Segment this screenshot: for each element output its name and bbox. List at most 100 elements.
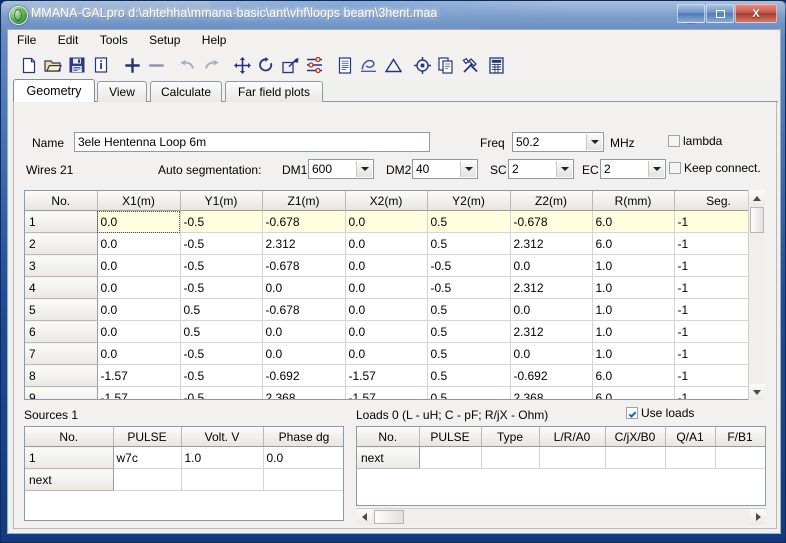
edit-button[interactable] bbox=[358, 54, 380, 76]
wire-cell[interactable]: 0.0 bbox=[345, 276, 428, 299]
table-row[interactable]: 8 -1.57 -0.5 -0.692 -1.57 0.5 -0.692 6.0 -1 bbox=[25, 364, 763, 387]
table-row-next[interactable]: next bbox=[25, 468, 343, 491]
column-header-5[interactable]: Q/A1 bbox=[665, 427, 716, 447]
scroll-up-button[interactable] bbox=[749, 190, 765, 206]
load-cell-empty[interactable] bbox=[539, 446, 606, 469]
wire-cell[interactable]: -0.5 bbox=[180, 342, 263, 365]
freq-combo[interactable]: 50.2 bbox=[512, 132, 604, 152]
wire-cell[interactable]: 0.0 bbox=[262, 342, 346, 365]
wire-cell[interactable]: 0.0 bbox=[97, 254, 181, 277]
wire-cell[interactable]: 0.0 bbox=[345, 210, 428, 233]
column-header-1[interactable]: X1(m) bbox=[97, 191, 181, 211]
wires-vertical-scrollbar[interactable] bbox=[748, 190, 765, 400]
add-wire-button[interactable] bbox=[121, 54, 143, 76]
wire-cell[interactable]: 0.0 bbox=[345, 342, 428, 365]
column-header-2[interactable]: Y1(m) bbox=[180, 191, 263, 211]
tab-calculate[interactable]: Calculate bbox=[150, 81, 222, 102]
table-row[interactable]: 1 w7c 1.0 0.0 bbox=[25, 446, 343, 469]
wire-cell[interactable]: 0.5 bbox=[427, 210, 511, 233]
wire-cell[interactable]: 6.0 bbox=[592, 364, 675, 387]
wire-cell[interactable]: 2.312 bbox=[510, 320, 593, 343]
chevron-down-icon[interactable] bbox=[556, 161, 572, 177]
copy-button[interactable] bbox=[435, 54, 457, 76]
load-cell-empty[interactable] bbox=[715, 446, 765, 469]
wire-cell[interactable]: 1.0 bbox=[592, 342, 675, 365]
next-row-button[interactable]: next bbox=[25, 468, 114, 491]
wire-cell[interactable]: 6.0 bbox=[592, 232, 675, 255]
tools-button[interactable] bbox=[459, 54, 481, 76]
tab-geometry[interactable]: Geometry bbox=[13, 79, 95, 102]
menu-item-file[interactable]: File bbox=[8, 30, 45, 50]
column-header-5[interactable]: Y2(m) bbox=[427, 191, 511, 211]
column-header-6[interactable]: F/B1 bbox=[715, 427, 765, 447]
wire-cell[interactable]: -0.5 bbox=[180, 254, 263, 277]
wire-cell[interactable]: 0.0 bbox=[345, 320, 428, 343]
wire-cell[interactable]: -0.5 bbox=[427, 276, 511, 299]
column-header-0[interactable]: No. bbox=[25, 427, 114, 447]
open-file-button[interactable] bbox=[42, 54, 64, 76]
table-row[interactable]: 5 0.0 0.5 -0.678 0.0 0.5 0.0 1.0 -1 bbox=[25, 298, 763, 321]
wire-cell[interactable]: 0.0 bbox=[97, 320, 181, 343]
menu-item-setup[interactable]: Setup bbox=[140, 30, 189, 50]
wire-cell[interactable]: 0.0 bbox=[262, 320, 346, 343]
wire-cell[interactable]: 0.0 bbox=[345, 232, 428, 255]
column-header-3[interactable]: L/R/A0 bbox=[539, 427, 606, 447]
loads-scroll-thumb[interactable] bbox=[374, 510, 404, 524]
source-cell[interactable]: w7c bbox=[113, 446, 182, 469]
chevron-down-icon[interactable] bbox=[648, 161, 664, 177]
column-header-6[interactable]: Z2(m) bbox=[510, 191, 593, 211]
column-header-4[interactable]: X2(m) bbox=[345, 191, 428, 211]
tab-far-field-plots[interactable]: Far field plots bbox=[225, 81, 323, 102]
wire-cell[interactable]: 0.5 bbox=[180, 298, 263, 321]
wire-cell[interactable]: 0.0 bbox=[510, 254, 593, 277]
wire-cell[interactable]: 0.5 bbox=[427, 232, 511, 255]
row-number-cell[interactable]: 8 bbox=[25, 364, 98, 387]
wires-scroll-thumb[interactable] bbox=[750, 207, 764, 233]
wire-cell[interactable]: 2.368 bbox=[510, 386, 593, 399]
wire-cell[interactable]: 0.0 bbox=[262, 276, 346, 299]
loads-table[interactable]: No. PULSE Type L/R/A0 C/jX/B0 Q/A1 F/B1 next bbox=[356, 426, 766, 506]
wire-cell[interactable]: -1.57 bbox=[345, 386, 428, 399]
table-row-next[interactable]: next bbox=[357, 446, 765, 469]
remove-wire-button[interactable] bbox=[145, 54, 167, 76]
source-cell-empty[interactable] bbox=[263, 468, 343, 491]
info-button[interactable] bbox=[90, 54, 112, 76]
name-input[interactable] bbox=[74, 132, 430, 152]
wire-cell[interactable]: 6.0 bbox=[592, 210, 675, 233]
wire-cell[interactable]: -0.692 bbox=[510, 364, 593, 387]
wire-cell[interactable]: 0.5 bbox=[427, 364, 511, 387]
wire-cell[interactable]: 1.0 bbox=[592, 254, 675, 277]
row-number-cell[interactable]: 4 bbox=[25, 276, 98, 299]
source-cell-empty[interactable] bbox=[181, 468, 264, 491]
wire-cell[interactable]: 0.5 bbox=[427, 320, 511, 343]
column-header-0[interactable]: No. bbox=[357, 427, 420, 447]
wire-cell[interactable]: 0.0 bbox=[97, 298, 181, 321]
triangle-button[interactable] bbox=[382, 54, 404, 76]
wire-cell[interactable]: -0.5 bbox=[180, 364, 263, 387]
title-bar[interactable]: MMANA-GALpro d:\ahtehha\mmana-basic\ant\… bbox=[1, 1, 786, 29]
wire-cell[interactable]: 1.0 bbox=[592, 276, 675, 299]
dm1-combo[interactable]: 600 bbox=[308, 159, 374, 179]
row-number-cell[interactable]: 2 bbox=[25, 232, 98, 255]
tab-view[interactable]: View bbox=[97, 81, 147, 102]
row-number-cell[interactable]: 3 bbox=[25, 254, 98, 277]
menu-item-edit[interactable]: Edit bbox=[49, 30, 88, 50]
new-file-button[interactable] bbox=[18, 54, 40, 76]
wire-cell[interactable]: 0.5 bbox=[180, 320, 263, 343]
wire-cell[interactable]: 0.0 bbox=[510, 342, 593, 365]
wire-cell[interactable]: -1.57 bbox=[97, 364, 181, 387]
wire-cell[interactable]: 0.0 bbox=[97, 276, 181, 299]
wire-cell[interactable]: 2.368 bbox=[262, 386, 346, 399]
wires-table[interactable]: No. X1(m) Y1(m) Z1(m) X2(m) Y2(m) Z2(m) R(mm) Se… bbox=[24, 190, 764, 400]
row-number-cell[interactable]: 1 bbox=[25, 446, 114, 469]
load-cell-empty[interactable] bbox=[419, 446, 482, 469]
next-row-button[interactable]: next bbox=[357, 446, 420, 469]
wire-cell[interactable]: 0.0 bbox=[510, 298, 593, 321]
loads-table-body[interactable]: next bbox=[357, 446, 765, 469]
wire-cell[interactable]: -0.5 bbox=[180, 232, 263, 255]
table-row[interactable]: 2 0.0 -0.5 2.312 0.0 0.5 2.312 6.0 -1 bbox=[25, 232, 763, 255]
minimize-button[interactable]: _ bbox=[677, 4, 705, 23]
maximize-button[interactable] bbox=[706, 4, 734, 23]
column-header-1[interactable]: PULSE bbox=[419, 427, 482, 447]
calculator-button[interactable] bbox=[485, 54, 507, 76]
